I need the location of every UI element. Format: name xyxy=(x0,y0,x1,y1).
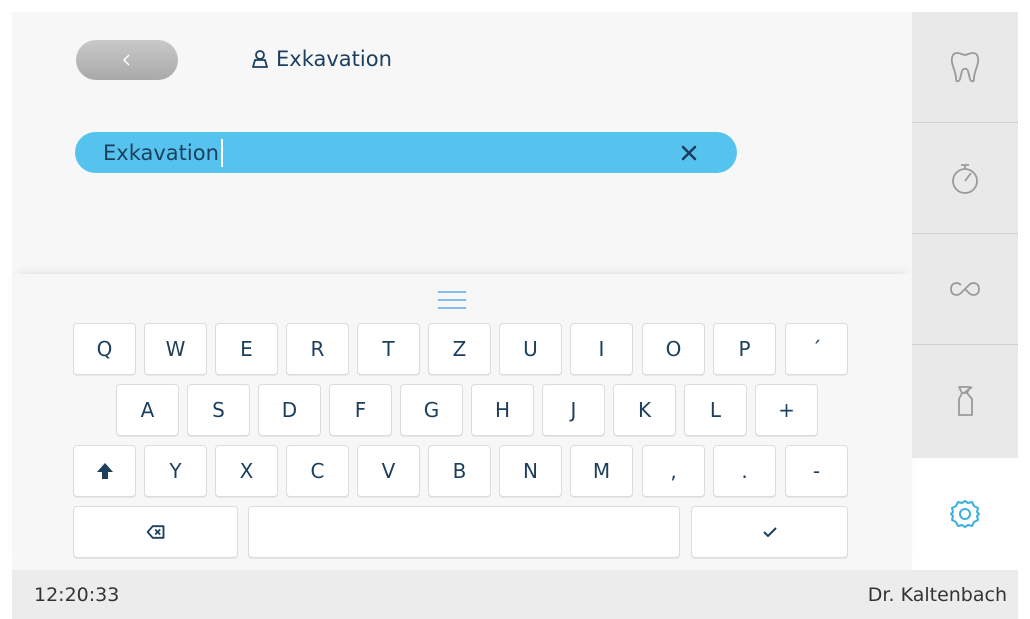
key-n[interactable]: N xyxy=(499,445,562,497)
sidebar-item-tooth[interactable] xyxy=(912,12,1018,123)
key-comma[interactable]: , xyxy=(642,445,705,497)
page-title-text: Exkavation xyxy=(276,47,392,71)
space-key[interactable] xyxy=(248,506,680,558)
shift-arrow-icon xyxy=(96,463,113,479)
checkmark-icon xyxy=(762,527,777,538)
key-p[interactable]: P xyxy=(713,323,776,375)
back-button[interactable] xyxy=(76,40,178,80)
key-w[interactable]: W xyxy=(144,323,207,375)
key-v[interactable]: V xyxy=(357,445,420,497)
key-l[interactable]: L xyxy=(684,384,747,436)
search-input[interactable]: Exkavation xyxy=(75,132,737,173)
enter-key[interactable] xyxy=(691,506,848,558)
key-c[interactable]: C xyxy=(286,445,349,497)
close-icon[interactable] xyxy=(677,141,701,165)
sidebar-item-spray[interactable] xyxy=(912,345,1018,456)
key-u[interactable]: U xyxy=(499,323,562,375)
key-b[interactable]: B xyxy=(428,445,491,497)
stopwatch-icon xyxy=(952,164,978,194)
key-e[interactable]: E xyxy=(215,323,278,375)
backspace-key[interactable] xyxy=(73,506,238,558)
key-plus[interactable]: + xyxy=(755,384,818,436)
key-t[interactable]: T xyxy=(357,323,420,375)
menu-lines-icon[interactable] xyxy=(434,289,470,311)
key-minus[interactable]: - xyxy=(785,445,848,497)
settings-button[interactable] xyxy=(912,458,1018,570)
key-g[interactable]: G xyxy=(400,384,463,436)
key-period[interactable]: . xyxy=(713,445,776,497)
key-s[interactable]: S xyxy=(187,384,250,436)
backspace-icon xyxy=(146,525,164,539)
key-q[interactable]: Q xyxy=(73,323,136,375)
user-name: Dr. Kaltenbach xyxy=(867,583,1007,606)
tooth-icon xyxy=(950,52,980,83)
sidebar-item-loop[interactable] xyxy=(912,234,1018,345)
text-cursor xyxy=(220,138,223,167)
key-f[interactable]: F xyxy=(329,384,392,436)
user-profile-icon xyxy=(252,50,268,68)
key-h[interactable]: H xyxy=(471,384,534,436)
key-m[interactable]: M xyxy=(570,445,633,497)
key-k[interactable]: K xyxy=(613,384,676,436)
infinity-loop-icon xyxy=(950,282,980,296)
status-bar: 12:20:33 Dr. Kaltenbach xyxy=(12,570,1018,619)
gear-icon xyxy=(950,500,980,528)
key-r[interactable]: R xyxy=(286,323,349,375)
sidebar-item-stopwatch[interactable] xyxy=(912,123,1018,234)
main-panel: Exkavation Exkavation xyxy=(12,12,912,274)
sidebar xyxy=(912,12,1018,458)
key-o[interactable]: O xyxy=(642,323,705,375)
page-title: Exkavation xyxy=(250,47,392,71)
shift-key[interactable] xyxy=(73,445,136,497)
search-input-value: Exkavation xyxy=(103,140,219,165)
key-acute[interactable]: ´ xyxy=(785,323,848,375)
key-x[interactable]: X xyxy=(215,445,278,497)
key-j[interactable]: J xyxy=(542,384,605,436)
on-screen-keyboard: Q W E R T Z U I O P ´ A S D F G H J K L … xyxy=(12,274,912,570)
key-z[interactable]: Z xyxy=(428,323,491,375)
key-d[interactable]: D xyxy=(258,384,321,436)
key-y[interactable]: Y xyxy=(144,445,207,497)
clock: 12:20:33 xyxy=(34,583,120,606)
key-i[interactable]: I xyxy=(570,323,633,375)
key-a[interactable]: A xyxy=(116,384,179,436)
chevron-left-icon xyxy=(122,54,130,66)
spray-bottle-icon xyxy=(958,385,973,416)
